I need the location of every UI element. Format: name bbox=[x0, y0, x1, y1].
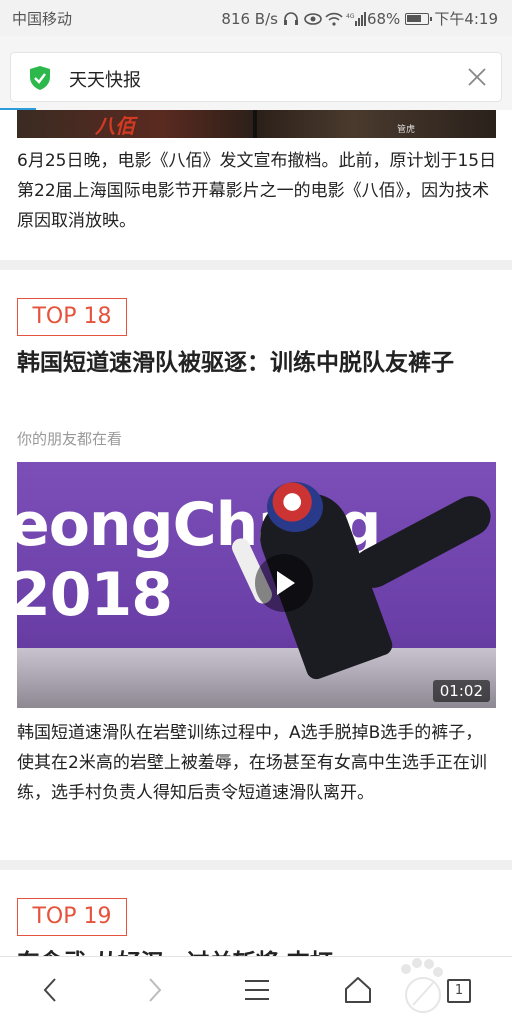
prev-item-image-title: 八佰 bbox=[95, 114, 135, 138]
video-duration: 01:02 bbox=[432, 680, 490, 702]
paw-icon[interactable] bbox=[396, 957, 446, 1017]
signal-icon: 4G bbox=[346, 11, 366, 26]
home-icon[interactable] bbox=[343, 975, 373, 1005]
wifi-icon bbox=[325, 12, 343, 26]
rank-badge: TOP 18 bbox=[17, 298, 127, 336]
eye-icon bbox=[304, 12, 322, 26]
prev-item-summary[interactable]: 6月25日晚，电影《八佰》发文宣布撤档。此前，原计划于15日第22届上海国际电影… bbox=[17, 146, 499, 236]
network-speed: 816 B/s bbox=[221, 9, 278, 28]
section-divider bbox=[0, 260, 512, 270]
prev-item-image-caption: 管虎 bbox=[397, 125, 416, 135]
header-card: 天天快报 bbox=[10, 52, 502, 102]
status-bar: 中国移动 816 B/s 4G 68% 下午4:19 bbox=[0, 0, 512, 36]
rank-badge: TOP 19 bbox=[17, 898, 127, 936]
battery-percent: 68% bbox=[366, 9, 401, 28]
play-button[interactable] bbox=[255, 554, 313, 612]
shield-check-icon bbox=[29, 65, 51, 91]
video-thumbnail[interactable]: eongChang 2018 01:02 bbox=[17, 462, 496, 708]
section-divider bbox=[0, 860, 512, 870]
tab-count: 1 bbox=[447, 979, 471, 1003]
forward-icon[interactable] bbox=[139, 975, 169, 1005]
news-headline[interactable]: 韩国短道速滑队被驱逐：训练中脱队友裤子 bbox=[17, 346, 499, 380]
battery-icon bbox=[405, 12, 433, 25]
play-icon bbox=[277, 571, 295, 595]
page-title: 天天快报 bbox=[69, 70, 141, 91]
social-meta: 你的朋友都在看 bbox=[17, 430, 123, 448]
back-icon[interactable] bbox=[36, 975, 66, 1005]
bottom-nav: 1 bbox=[0, 956, 512, 1024]
app-header: 天天快报 bbox=[0, 36, 512, 110]
headphone-icon bbox=[283, 11, 299, 26]
video-floor bbox=[17, 648, 496, 708]
clock: 下午4:19 bbox=[434, 10, 498, 28]
status-icons: 816 B/s 4G 68% 下午4:19 bbox=[221, 8, 498, 29]
feed-content[interactable]: 八佰 管虎 6月25日晚，电影《八佰》发文宣布撤档。此前，原计划于15日第22届… bbox=[0, 110, 512, 956]
menu-icon[interactable] bbox=[242, 975, 272, 1005]
skater-helmet bbox=[267, 482, 323, 532]
image-divider bbox=[253, 110, 257, 138]
close-icon[interactable] bbox=[465, 65, 489, 89]
svg-text:4G: 4G bbox=[346, 13, 355, 20]
tabs-icon[interactable]: 1 bbox=[446, 975, 476, 1005]
news-summary[interactable]: 韩国短道速滑队在岩壁训练过程中，A选手脱掉B选手的裤子，使其在2米高的岩壁上被羞… bbox=[17, 718, 499, 808]
carrier-label: 中国移动 bbox=[12, 10, 73, 28]
news-headline[interactable]: 东念武·从好汉，过关斩将 吉打 bbox=[17, 946, 499, 956]
prev-item-image[interactable]: 八佰 管虎 bbox=[17, 110, 496, 138]
